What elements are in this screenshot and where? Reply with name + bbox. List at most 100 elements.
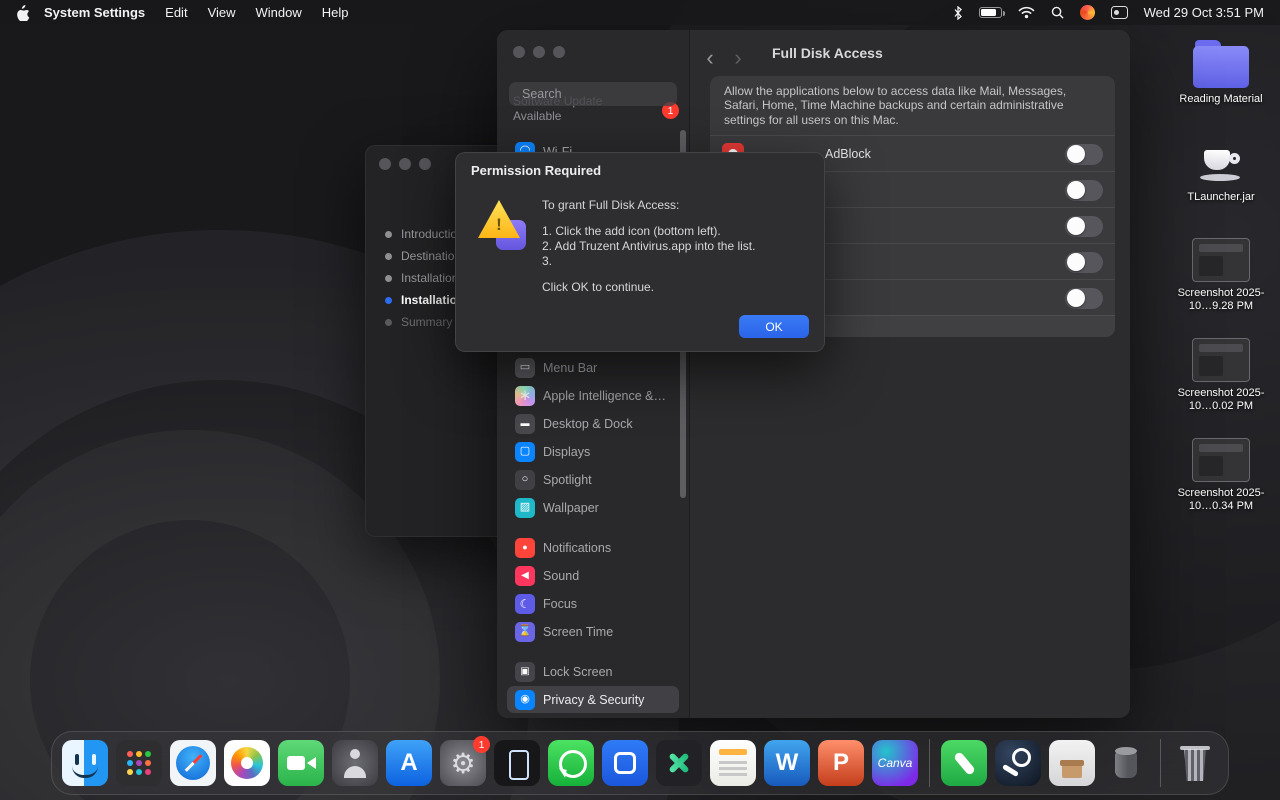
dock-contacts-icon[interactable] — [332, 740, 378, 786]
dock-iphone-mirroring-icon[interactable] — [494, 740, 540, 786]
notifications-icon — [515, 538, 535, 558]
dock-app-store-icon[interactable]: A — [386, 740, 432, 786]
traffic-lights — [513, 46, 565, 58]
desktop-icon-label: Screenshot 2025-10…0.34 PM — [1171, 487, 1271, 513]
dock-photos-icon[interactable] — [224, 740, 270, 786]
sidebar-item-label: Desktop & Dock — [543, 417, 633, 431]
dock: A ⚙ 1 W P Canva — [51, 731, 1229, 795]
sidebar-item-lock-screen[interactable]: Lock Screen — [507, 658, 679, 685]
sidebar-item-label: Privacy & Security — [543, 693, 644, 707]
dock-jar-archive-icon[interactable] — [1103, 740, 1149, 786]
step-bullet-icon — [385, 275, 392, 282]
step-label: Installation — [401, 271, 458, 285]
desktop-icon-screenshot-2[interactable]: Screenshot 2025-10…0.02 PM — [1171, 338, 1271, 413]
menu-bar-clock[interactable]: Wed 29 Oct 3:51 PM — [1144, 5, 1264, 20]
dialog-title: Permission Required — [471, 163, 601, 178]
desktop-icon-screenshot-3[interactable]: Screenshot 2025-10…0.34 PM — [1171, 438, 1271, 513]
battery-icon[interactable] — [979, 7, 1002, 18]
dialog-step-1: 1. Click the add icon (bottom left). — [542, 224, 811, 239]
minimize-icon[interactable] — [533, 46, 545, 58]
menu-edit[interactable]: Edit — [165, 5, 187, 20]
sidebar-item-label: Displays — [543, 445, 590, 459]
dock-divider — [929, 739, 930, 787]
menu-view[interactable]: View — [208, 5, 236, 20]
sidebar-item-privacy-security[interactable]: Privacy & Security — [507, 686, 679, 713]
dock-trash-icon[interactable] — [1172, 740, 1218, 786]
sidebar-item-screen-time[interactable]: Screen Time — [507, 618, 679, 645]
toggle-switch[interactable] — [1065, 180, 1103, 201]
sidebar-items: Menu Bar Apple Intelligence &… Desktop &… — [507, 354, 679, 714]
close-icon[interactable] — [379, 158, 391, 170]
sidebar-item-notifications[interactable]: Notifications — [507, 534, 679, 561]
spotlight-search-icon[interactable] — [1051, 6, 1064, 19]
wallpaper-icon — [515, 498, 535, 518]
dock-safari-icon[interactable] — [170, 740, 216, 786]
installer-step-installation-type: Installation — [385, 267, 464, 289]
dock-steam-icon[interactable] — [995, 740, 1041, 786]
app-menu[interactable]: System Settings — [44, 5, 145, 20]
sidebar-item-displays[interactable]: Displays — [507, 438, 679, 465]
dock-phone-icon[interactable] — [941, 740, 987, 786]
zoom-icon[interactable] — [553, 46, 565, 58]
sidebar-item-wallpaper[interactable]: Wallpaper — [507, 494, 679, 521]
close-icon[interactable] — [513, 46, 525, 58]
dock-package-installer-icon[interactable] — [1049, 740, 1095, 786]
apple-menu-icon[interactable] — [16, 5, 30, 21]
system-settings-window: Software Update Available 1 Wi-Fi — [497, 30, 1130, 718]
wifi-icon[interactable] — [1018, 6, 1035, 19]
desktop-icon-screenshot-1[interactable]: Screenshot 2025-10…9.28 PM — [1171, 238, 1271, 313]
desktop-icon-tlauncher-jar[interactable]: TLauncher.jar — [1171, 140, 1271, 204]
screen-time-icon — [515, 622, 535, 642]
dock-video-camera-app-icon[interactable] — [278, 740, 324, 786]
step-label: Summary — [401, 315, 452, 329]
step-bullet-icon — [385, 231, 392, 238]
zoom-icon[interactable] — [419, 158, 431, 170]
sidebar-item-spotlight[interactable]: Spotlight — [507, 466, 679, 493]
screenshot-thumbnail-icon — [1192, 238, 1250, 282]
installer-step-installation: Installation — [385, 289, 464, 311]
dock-powerpoint-icon[interactable]: P — [818, 740, 864, 786]
dock-finder-icon[interactable] — [62, 740, 108, 786]
alert-icon — [478, 200, 530, 252]
bluetooth-icon[interactable] — [953, 6, 963, 20]
desktop-icon-label: Screenshot 2025-10…0.02 PM — [1171, 387, 1271, 413]
sidebar-item-label: Apple Intelligence &… — [543, 389, 666, 403]
dialog-text: Click OK to continue. — [542, 280, 811, 295]
dock-whatsapp-icon[interactable] — [548, 740, 594, 786]
dock-divider — [1160, 739, 1161, 787]
toggle-switch[interactable] — [1065, 144, 1103, 165]
desktop-icon-label: Reading Material — [1171, 93, 1271, 106]
sidebar-item-label: Sound — [543, 569, 579, 583]
installer-step-introduction: Introduction — [385, 223, 464, 245]
toggle-switch[interactable] — [1065, 216, 1103, 237]
dock-word-icon[interactable]: W — [764, 740, 810, 786]
toggle-switch[interactable] — [1065, 288, 1103, 309]
dock-pinwheel-app-icon[interactable] — [656, 740, 702, 786]
forward-button[interactable]: › — [726, 46, 750, 70]
status-app-icon[interactable] — [1080, 5, 1095, 20]
dock-antivirus-installer-icon[interactable] — [602, 740, 648, 786]
sidebar-item-desktop-dock[interactable]: Desktop & Dock — [507, 410, 679, 437]
search-field[interactable] — [509, 82, 677, 106]
description-text: Allow the applications below to access d… — [710, 76, 1115, 135]
minimize-icon[interactable] — [399, 158, 411, 170]
menu-window[interactable]: Window — [256, 5, 302, 20]
menu-bar-icon — [515, 358, 535, 378]
dock-canva-icon[interactable]: Canva — [872, 740, 918, 786]
sidebar-item-menu-bar[interactable]: Menu Bar — [507, 354, 679, 381]
sidebar-item-apple-intelligence[interactable]: Apple Intelligence &… — [507, 382, 679, 409]
back-button[interactable]: ‹ — [698, 46, 722, 70]
desktop-icon-reading-material[interactable]: Reading Material — [1171, 40, 1271, 106]
ok-button[interactable]: OK — [739, 315, 809, 338]
installer-step-summary: Summary — [385, 311, 464, 333]
toggle-switch[interactable] — [1065, 252, 1103, 273]
search-input[interactable] — [522, 87, 683, 101]
dock-system-settings-icon[interactable]: ⚙ 1 — [440, 740, 486, 786]
sidebar-item-focus[interactable]: Focus — [507, 590, 679, 617]
control-center-icon[interactable] — [1111, 6, 1128, 19]
dock-notes-icon[interactable] — [710, 740, 756, 786]
dock-launchpad-icon[interactable] — [116, 740, 162, 786]
menu-help[interactable]: Help — [322, 5, 349, 20]
sidebar-item-label: Screen Time — [543, 625, 613, 639]
sidebar-item-sound[interactable]: Sound — [507, 562, 679, 589]
